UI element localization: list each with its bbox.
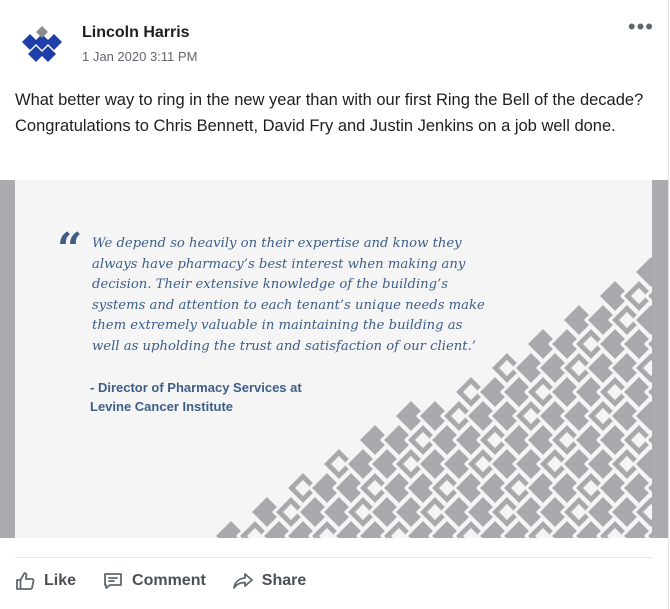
share-button[interactable]: Share <box>232 570 306 592</box>
quote-graphic: “ We depend so heavily on their expertis… <box>15 180 652 538</box>
share-arrow-icon <box>232 570 254 592</box>
attribution-line-1: - Director of Pharmacy Services at <box>90 380 302 395</box>
author-name[interactable]: Lincoln Harris <box>82 24 197 42</box>
like-label: Like <box>44 572 77 589</box>
quote-text: We depend so heavily on their expertise … <box>92 236 485 354</box>
post-header: Lincoln Harris 1 Jan 2020 3:11 PM <box>16 22 197 68</box>
divider <box>15 557 652 558</box>
quote-mark: “ <box>57 224 83 275</box>
company-logo-icon[interactable] <box>16 22 68 68</box>
quote-attribution: - Director of Pharmacy Services at Levin… <box>90 378 390 416</box>
post-timestamp[interactable]: 1 Jan 2020 3:11 PM <box>82 49 197 64</box>
comment-icon <box>102 570 124 592</box>
post-actions: Like Comment Share <box>14 570 332 592</box>
post-text: What better way to ring in the new year … <box>15 91 644 135</box>
comment-label: Comment <box>132 572 206 589</box>
comment-button[interactable]: Comment <box>102 570 206 592</box>
more-options-icon[interactable]: ••• <box>628 14 654 40</box>
share-label: Share <box>261 572 307 589</box>
post-card: Lincoln Harris 1 Jan 2020 3:11 PM ••• Wh… <box>0 0 669 609</box>
post-image[interactable]: “ We depend so heavily on their expertis… <box>0 180 668 538</box>
like-button[interactable]: Like <box>14 570 76 592</box>
attribution-line-2: Levine Cancer Institute <box>90 399 234 414</box>
like-thumb-icon <box>14 570 36 592</box>
